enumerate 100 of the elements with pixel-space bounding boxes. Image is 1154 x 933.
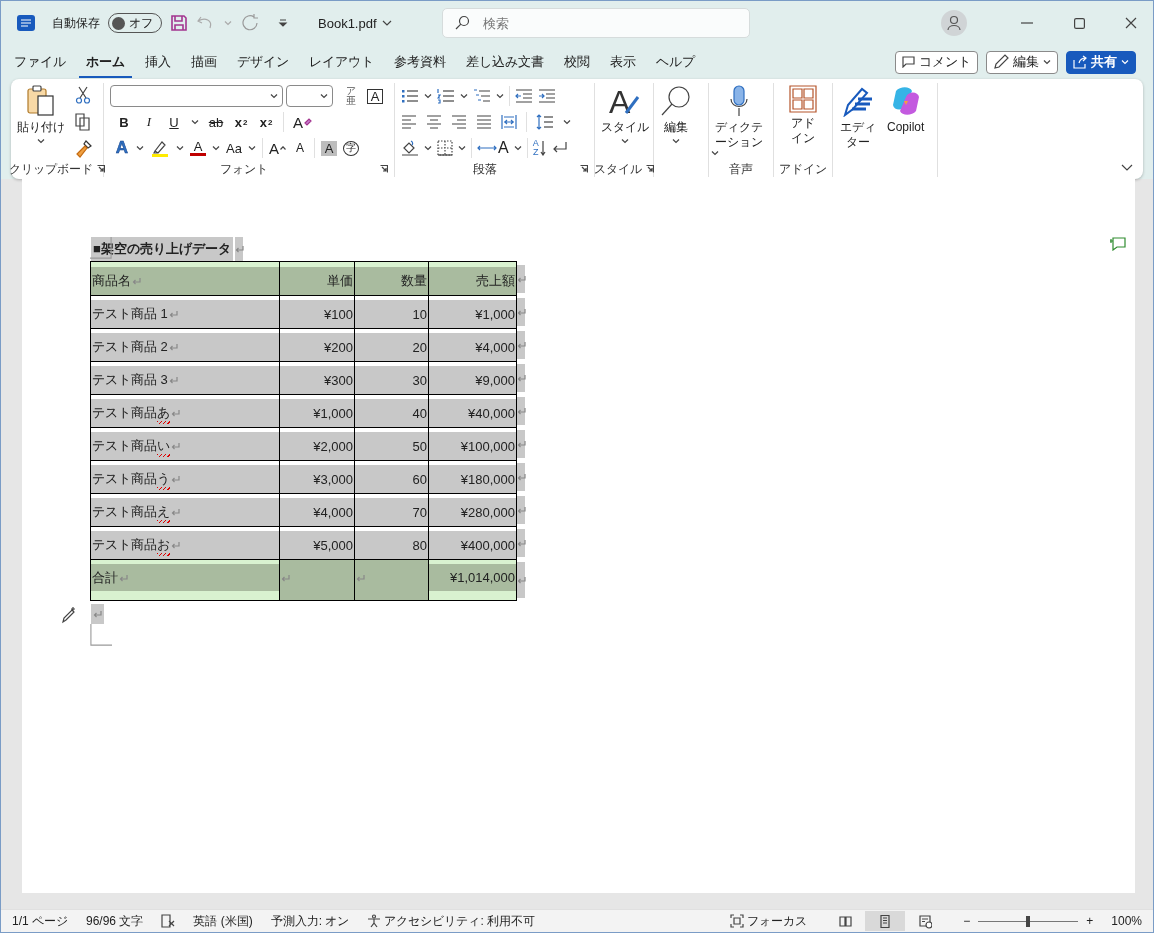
shrink-font-button[interactable]: A [292,141,308,155]
bullets-icon[interactable] [401,88,419,104]
language-status[interactable]: 英語 (米国) [193,912,253,930]
ribbon-tab[interactable]: ヘルプ [649,46,702,78]
search-field[interactable]: 検索 [441,8,750,38]
ribbon-tab[interactable]: 参考資料 [387,46,453,78]
caret-icon[interactable] [460,93,468,99]
sparkle-pen-icon[interactable] [60,606,78,624]
copy-icon[interactable] [75,113,91,131]
dictate-button[interactable]: ディクテーション [711,83,767,161]
page-count[interactable]: 1/1 ページ [12,912,68,930]
dialog-launcher-icon[interactable] [580,165,588,173]
italic-button[interactable]: I [141,114,157,130]
numbering-icon[interactable] [437,88,455,104]
zoom-slider-thumb[interactable] [1026,915,1031,927]
word-count[interactable]: 96/96 文字 [86,912,144,930]
format-painter-icon[interactable] [75,140,93,158]
editor-button[interactable]: エディター [839,83,877,161]
zoom-out-button[interactable]: − [963,914,971,928]
line-spacing-icon[interactable] [536,114,554,130]
ribbon-tab[interactable]: 差し込み文書 [459,46,551,78]
dialog-launcher-icon[interactable] [646,165,654,173]
ribbon-tab[interactable]: ホーム [79,46,132,78]
bold-button[interactable]: B [116,114,132,130]
highlighter-icon[interactable] [150,139,170,157]
proofing-icon[interactable] [161,914,176,928]
grow-font-button[interactable]: A [269,139,286,157]
character-shading-button[interactable]: A [321,140,337,156]
ribbon-tab[interactable]: 描画 [184,46,224,78]
justify-icon[interactable] [476,115,492,129]
multilevel-list-icon[interactable] [473,88,491,104]
accessibility-icon[interactable] [367,914,382,928]
font-size-dropdown[interactable] [286,85,333,107]
ribbon-tab[interactable]: ファイル [7,46,73,78]
add-ins-button[interactable]: アドイン [789,83,817,161]
avatar-icon[interactable] [947,15,961,31]
font-color-button[interactable]: A [190,140,206,156]
caret-icon[interactable] [458,145,466,151]
strikethrough-button[interactable]: ab [208,114,224,130]
app-logo-icon[interactable] [16,14,36,32]
caret-icon[interactable] [176,145,184,151]
caret-icon[interactable] [424,93,432,99]
paragraph-mark-icon [517,539,526,547]
caret-icon[interactable] [136,145,144,151]
maximize-icon[interactable] [1073,17,1085,29]
scissors-icon[interactable] [75,86,91,104]
styles-button[interactable]: A スタイル [601,83,649,161]
phonetic-guide-button[interactable]: ア 亜 [346,86,356,106]
search-icon [660,85,692,117]
view-button[interactable] [865,911,906,931]
caret-icon[interactable] [248,145,256,151]
ribbon-tab[interactable]: デザイン [230,46,296,78]
paragraph-mark-icon [517,308,526,316]
zoom-level[interactable]: 100% [1111,914,1142,928]
align-right-icon[interactable] [451,115,467,129]
ribbon-tab[interactable]: 挿入 [138,46,178,78]
caret-icon[interactable] [496,93,504,99]
increase-indent-icon[interactable] [538,89,556,103]
character-border-button[interactable]: A [367,88,383,104]
underline-button[interactable]: U [166,114,182,130]
caret-icon[interactable] [424,145,432,151]
superscript-button[interactable]: x$^{2}$ [258,114,274,130]
new-comment-icon[interactable] [1110,235,1126,251]
caret-icon[interactable] [563,119,571,125]
copilot-button[interactable]: Copilot [887,83,925,161]
caret-icon[interactable] [191,119,199,125]
caret-icon[interactable] [513,145,522,151]
ribbon-tab[interactable]: レイアウト [302,46,381,78]
borders-icon[interactable] [437,140,453,156]
customize-icon[interactable] [278,19,288,27]
change-case-button[interactable]: Aa [226,140,242,156]
focus-button[interactable]: フォーカス [730,912,808,930]
dialog-launcher-icon[interactable] [380,165,388,173]
text-prediction-status[interactable]: 予測入力: オン [270,912,350,930]
accessibility-status[interactable]: アクセシビリティ: 利用不可 [384,912,536,930]
share-button[interactable]: 共有 [1066,50,1136,74]
filename-button[interactable]: Book1.pdf [318,15,392,31]
clear-formatting-button[interactable]: A [293,113,312,131]
font-name-dropdown[interactable] [110,85,283,107]
asian-layout-button[interactable]: A [477,139,509,157]
paint-bucket-icon[interactable] [401,140,419,156]
close-icon[interactable] [1125,17,1137,29]
ribbon-tab[interactable]: 校閲 [557,46,597,78]
dialog-launcher-icon[interactable] [97,165,105,173]
decrease-indent-icon[interactable] [515,89,533,103]
save-icon[interactable] [170,14,188,32]
align-left-icon[interactable] [401,115,417,129]
zoom-in-button[interactable]: + [1086,914,1094,928]
collapse-ribbon-icon[interactable] [1121,164,1133,171]
caret-icon[interactable] [212,145,220,151]
sort-button[interactable]: A Z [532,139,546,157]
paste-button[interactable]: 貼り付け [17,83,65,161]
ribbon-tab[interactable]: 表示 [603,46,643,78]
comment-button[interactable]: コメント [895,50,978,74]
editing-button[interactable]: 編集 [660,83,692,161]
distributed-icon[interactable] [501,114,517,130]
chevron-icon[interactable] [381,20,392,26]
edit-mode-button[interactable]: 編集 [986,50,1058,74]
align-center-icon[interactable] [426,115,442,129]
text-effects-button[interactable]: A [114,138,130,158]
